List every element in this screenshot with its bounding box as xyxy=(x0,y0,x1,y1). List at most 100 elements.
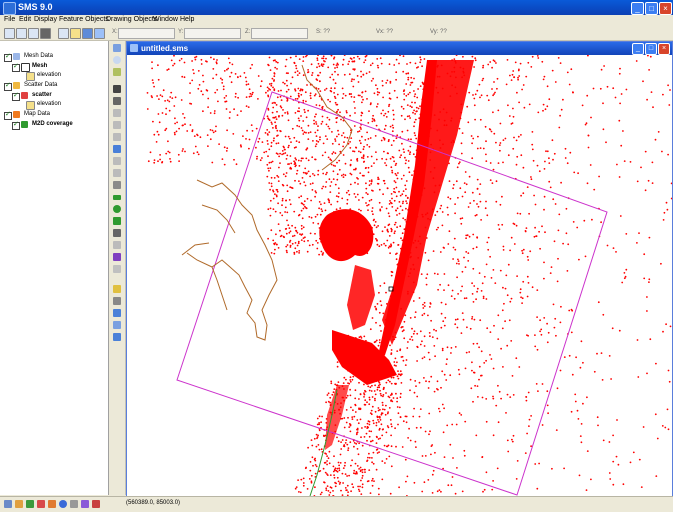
mesh-node xyxy=(381,401,384,404)
mesh-node xyxy=(296,70,299,72)
mesh-node xyxy=(349,183,352,186)
rectangle-tool-icon[interactable] xyxy=(113,195,121,200)
mesh-node xyxy=(544,160,546,163)
scatter-checkbox[interactable] xyxy=(12,91,20,101)
select-vertex-icon[interactable] xyxy=(113,121,121,129)
model-icon[interactable] xyxy=(82,28,93,39)
select-icon[interactable] xyxy=(113,85,121,93)
mesh-node xyxy=(343,464,346,467)
menu-display[interactable]: Display xyxy=(34,16,57,23)
close-button[interactable]: × xyxy=(659,2,672,15)
select-feature-icon[interactable] xyxy=(113,169,121,177)
mesh-node xyxy=(618,329,621,332)
mesh-node xyxy=(405,421,408,424)
mesh-node xyxy=(397,423,399,426)
y-label: Y: xyxy=(178,29,184,35)
module-raster-icon[interactable] xyxy=(81,500,89,508)
mesh-node xyxy=(305,100,307,103)
select-node-icon[interactable] xyxy=(113,97,121,105)
oval-tool-icon[interactable] xyxy=(113,205,121,213)
mesh-node xyxy=(463,297,466,300)
mesh-node xyxy=(327,457,330,460)
mesh-node xyxy=(484,207,487,210)
mesh-node xyxy=(312,140,314,142)
delete-icon[interactable] xyxy=(40,28,51,39)
save-icon[interactable] xyxy=(28,28,39,39)
module-gis-icon[interactable] xyxy=(59,500,67,508)
mesh-checkbox[interactable] xyxy=(12,62,20,72)
mesh-node xyxy=(389,252,391,255)
module-map-icon[interactable] xyxy=(48,500,56,508)
module-cartesian-icon[interactable] xyxy=(15,500,23,508)
select-arc-icon[interactable] xyxy=(113,133,121,141)
doc-close-button[interactable]: × xyxy=(658,43,670,55)
text-tool-icon[interactable] xyxy=(113,217,121,225)
select-polygon-icon[interactable] xyxy=(113,157,121,165)
display-options-icon[interactable] xyxy=(70,28,81,39)
module-mesh-icon[interactable] xyxy=(4,500,12,508)
map-data-checkbox[interactable] xyxy=(4,110,12,120)
open-file-icon[interactable] xyxy=(16,28,27,39)
edit-icon[interactable] xyxy=(58,28,69,39)
mesh-node xyxy=(431,492,434,494)
measure-icon[interactable] xyxy=(113,297,121,305)
contour-icon[interactable] xyxy=(113,309,121,317)
mesh-node xyxy=(199,136,202,139)
mesh-node xyxy=(549,272,552,274)
mesh-node xyxy=(521,88,523,91)
mesh-node xyxy=(357,183,359,185)
polygon-tool-icon[interactable] xyxy=(113,229,121,237)
mesh-node xyxy=(502,245,505,248)
module-grid-icon[interactable] xyxy=(26,500,34,508)
menu-window[interactable]: Window xyxy=(153,16,178,23)
module-particle-icon[interactable] xyxy=(70,500,78,508)
menu-drawing-objects[interactable]: Drawing Objects xyxy=(106,16,157,23)
mesh-node xyxy=(281,153,283,156)
mesh-node xyxy=(310,480,313,483)
mesh-node xyxy=(307,132,310,134)
mesh-node xyxy=(655,362,657,365)
new-file-icon[interactable] xyxy=(4,28,15,39)
mesh-node xyxy=(406,129,409,132)
doc-minimize-button[interactable]: _ xyxy=(632,43,644,55)
layers-icon[interactable] xyxy=(113,321,121,329)
mesh-node xyxy=(168,100,171,103)
mesh-node xyxy=(180,99,183,101)
zoom-icon[interactable] xyxy=(113,56,121,64)
maximize-button[interactable]: □ xyxy=(645,2,658,15)
mesh-node xyxy=(398,201,401,203)
mesh-node xyxy=(368,423,371,426)
menu-help[interactable]: Help xyxy=(180,16,194,23)
grid-frame-icon[interactable] xyxy=(113,253,121,261)
mesh-node xyxy=(301,89,304,92)
doc-maximize-button[interactable]: □ xyxy=(645,43,657,55)
menu-file[interactable]: File xyxy=(4,16,15,23)
line-tool-icon[interactable] xyxy=(113,181,121,189)
rotate-icon[interactable] xyxy=(113,68,121,76)
create-arc-icon[interactable] xyxy=(113,145,121,153)
mesh-node xyxy=(336,436,338,439)
mesh-node xyxy=(623,160,626,162)
mesh-node xyxy=(315,239,318,242)
camera-icon[interactable] xyxy=(113,333,121,341)
menu-edit[interactable]: Edit xyxy=(19,16,31,23)
mesh-node xyxy=(542,109,544,112)
minimize-button[interactable]: _ xyxy=(631,2,644,15)
light-icon[interactable] xyxy=(113,285,121,293)
coverage-checkbox[interactable] xyxy=(12,120,20,130)
map-canvas[interactable] xyxy=(127,55,672,496)
module-1d-icon[interactable] xyxy=(92,500,100,508)
image-frame-icon[interactable] xyxy=(113,265,121,273)
scatter-data-checkbox[interactable] xyxy=(4,81,12,91)
mesh-node xyxy=(539,330,541,333)
frame-icon[interactable] xyxy=(94,28,105,39)
mesh-node xyxy=(522,192,525,195)
mesh-node xyxy=(405,159,407,162)
module-scatter-icon[interactable] xyxy=(37,500,45,508)
create-node-icon[interactable] xyxy=(113,109,121,117)
menu-feature-objects[interactable]: Feature Objects xyxy=(59,16,109,23)
mesh-data-checkbox[interactable] xyxy=(4,52,12,62)
drawing-select-icon[interactable] xyxy=(113,241,121,249)
pan-icon[interactable] xyxy=(113,44,121,52)
mesh-node xyxy=(394,172,397,175)
